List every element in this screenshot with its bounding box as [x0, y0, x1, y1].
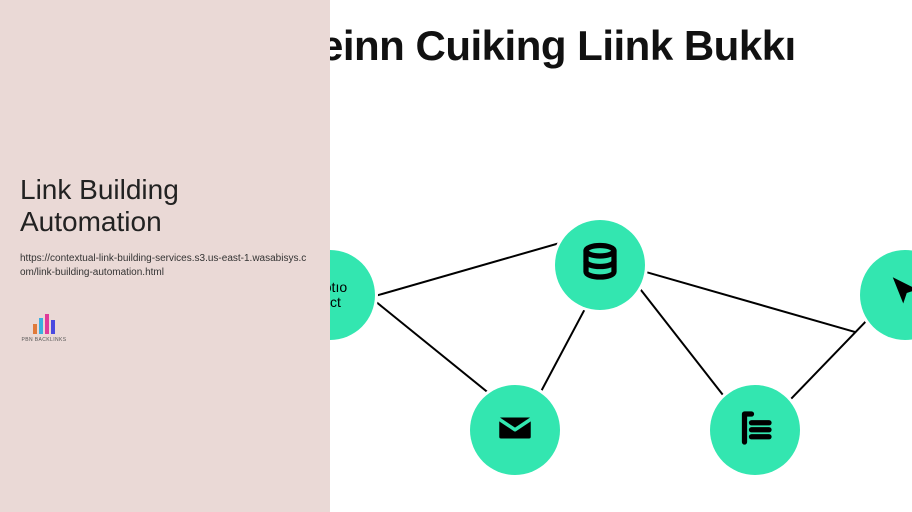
database-icon: [579, 242, 621, 289]
main-graphic: einn Cuiking Liink Bukkı inotıo loct: [330, 0, 912, 512]
logout-icon: [734, 407, 776, 454]
graph-node-envelope: [470, 385, 560, 475]
pbn-backlinks-logo: PBN BACKLINKS: [20, 314, 68, 343]
graph-node-database: [555, 220, 645, 310]
network-graph: inotıo loct: [330, 170, 912, 512]
logo-icon: [33, 314, 55, 334]
graph-edge: [625, 265, 856, 333]
sidebar: Link Building Automation https://context…: [0, 0, 330, 512]
envelope-icon: [494, 407, 536, 454]
graphic-heading: einn Cuiking Liink Bukkı: [330, 22, 912, 70]
sidebar-spacer: [20, 24, 310, 174]
graph-node-logout: [710, 385, 800, 475]
graph-node-text: inotıo loct: [330, 250, 375, 340]
logo-text: PBN BACKLINKS: [22, 337, 67, 343]
page-url[interactable]: https://contextual-link-building-service…: [20, 252, 310, 280]
page-title: Link Building Automation: [20, 174, 310, 238]
graph-node-pointer: [860, 250, 912, 340]
pointer-icon: [884, 272, 912, 319]
graph-node-label: inotıo loct: [330, 280, 347, 309]
